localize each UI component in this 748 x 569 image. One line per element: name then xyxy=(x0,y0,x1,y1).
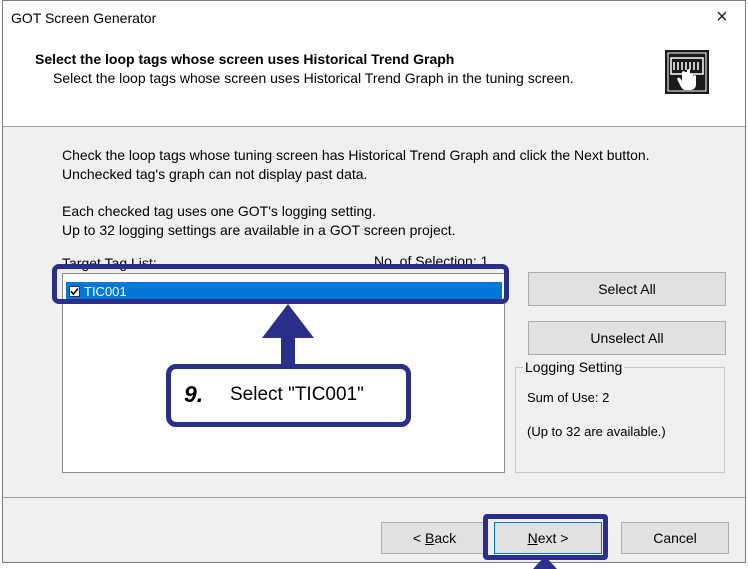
logging-setting-legend: Logging Setting xyxy=(523,359,625,375)
wizard-header: Select the loop tags whose screen uses H… xyxy=(3,34,745,127)
logging-setting-group: Logging Setting Sum of Use: 2 (Up to 32 … xyxy=(515,359,725,473)
step-number: 9. xyxy=(184,381,204,407)
window-title: GOT Screen Generator xyxy=(11,10,157,26)
step-instruction: Select "TIC001" xyxy=(230,384,364,405)
title-bar: GOT Screen Generator × xyxy=(3,1,745,34)
instruction-line-1: Check the loop tags whose tuning screen … xyxy=(62,147,650,163)
back-button[interactable]: < Back xyxy=(381,522,488,554)
instruction-line-3: Each checked tag uses one GOT's logging … xyxy=(62,203,376,219)
cancel-button[interactable]: Cancel xyxy=(621,522,729,554)
back-prefix: < xyxy=(412,530,425,546)
sum-of-use-text: Sum of Use: 2 xyxy=(527,390,610,405)
back-accelerator: B xyxy=(424,530,435,546)
instruction-line-4: Up to 32 logging settings are available … xyxy=(62,222,456,238)
header-title: Select the loop tags whose screen uses H… xyxy=(35,51,455,67)
close-icon[interactable]: × xyxy=(711,5,733,29)
unselect-all-button[interactable]: Unselect All xyxy=(528,321,726,355)
instruction-line-2: Unchecked tag's graph can not display pa… xyxy=(62,166,368,182)
header-subtitle: Select the loop tags whose screen uses H… xyxy=(53,70,574,86)
highlight-next-button xyxy=(483,514,608,560)
step-callout: 9. Select "TIC001" xyxy=(166,364,411,427)
select-all-button[interactable]: Select All xyxy=(528,272,726,306)
back-label-rest: ack xyxy=(434,530,457,546)
footer-separator xyxy=(3,497,745,498)
highlight-tag-row xyxy=(52,264,509,304)
touch-screen-icon xyxy=(665,50,709,94)
available-count-text: (Up to 32 are available.) xyxy=(527,424,666,439)
